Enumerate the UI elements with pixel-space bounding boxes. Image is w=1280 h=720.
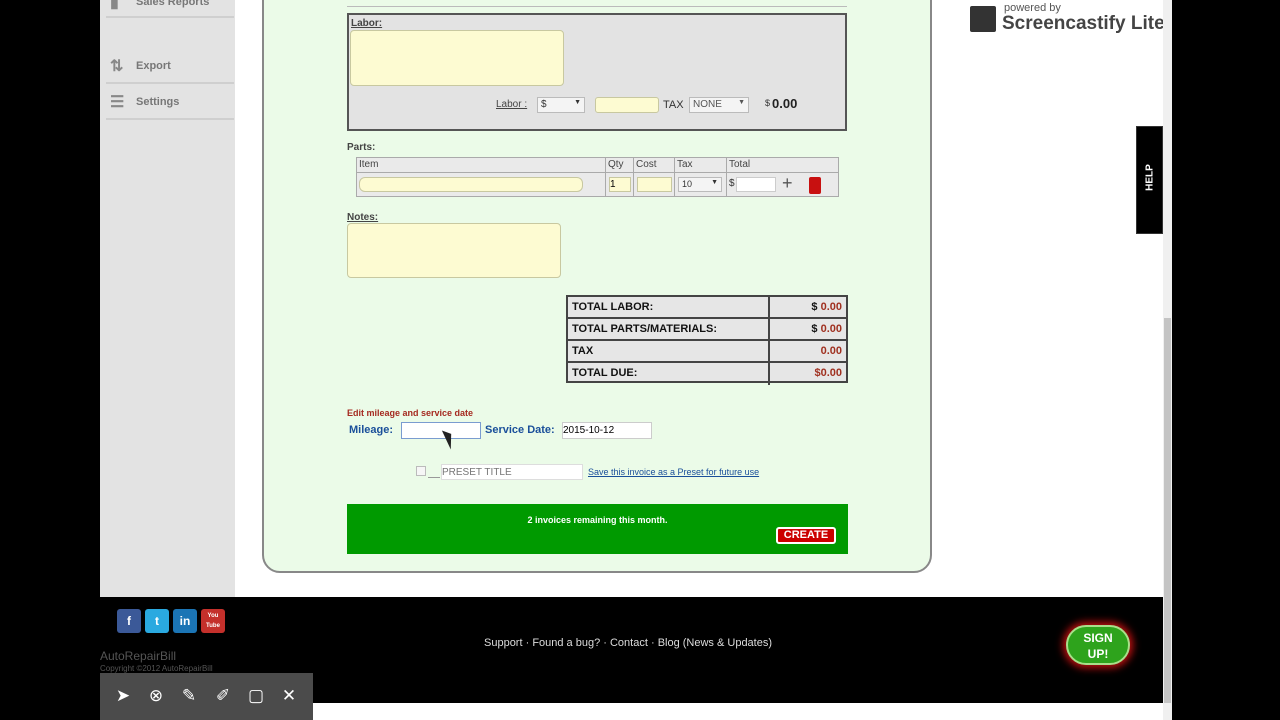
create-bar: 2 invoices remaining this month. CREATE [347,504,848,554]
part-cost-input[interactable] [637,177,672,192]
total-row-due: TOTAL DUE: $0.00 [568,363,846,385]
totals-table: TOTAL LABOR: $ 0.00 TOTAL PARTS/MATERIAL… [566,295,848,385]
sign-up-button[interactable]: SIGN UP! [1066,625,1130,665]
chevron-down-icon: ▼ [574,99,581,106]
labor-tax-select[interactable]: NONE ▼ [689,97,749,113]
edit-mileage-link[interactable]: Edit mileage and service date [347,408,473,418]
sliders-icon: ☰ [110,94,125,111]
notes-heading: Notes: [347,212,379,223]
contact-link[interactable]: Contact [610,637,648,649]
pointer-icon[interactable]: ➤ [112,685,134,707]
labor-amount-currency: $ [765,98,771,108]
chevron-down-icon: ▼ [738,99,745,106]
total-label: TAX [572,345,594,357]
parts-heading: Parts: [347,142,376,153]
service-date-label: Service Date: [485,424,555,436]
youtube-icon[interactable]: You Tube [201,609,225,633]
divider [768,297,770,319]
facebook-icon[interactable]: f [117,609,141,633]
pen-icon[interactable]: ✎ [178,685,200,707]
footer-brand: AutoRepairBill [100,649,177,663]
labor-rate-input[interactable] [595,97,659,113]
total-label: TOTAL DUE: [572,367,638,379]
sidebar-item-settings[interactable]: ☰ Settings [106,86,234,120]
service-date-input[interactable] [562,422,652,439]
mileage-label: Mileage: [349,424,394,436]
notes-textarea[interactable] [347,223,561,278]
part-item-input[interactable] [359,177,583,192]
export-icon: ⇅ [110,58,124,75]
scrollbar-thumb[interactable] [1164,318,1171,703]
labor-rate-label: Labor : [496,99,528,110]
total-label: TOTAL PARTS/MATERIALS: [572,323,718,335]
help-tab[interactable]: HELP [1136,126,1163,234]
app-page: ▮ Sales Reports ⇅ Export ☰ Settings Labo… [100,0,1172,720]
labor-rate-unit-select[interactable]: $ ▼ [537,97,585,113]
watermark-title: Screencastify Lite [1002,13,1165,34]
bar-chart-icon: ▮ [110,0,119,11]
labor-amount: 0.00 [772,96,798,111]
support-link[interactable]: Support [484,637,523,649]
total-value: 0.00 [820,345,842,357]
footer-links: Support · Found a bug? · Contact · Blog … [484,637,773,649]
divider [768,319,770,341]
save-preset-link[interactable]: Save this invoice as a Preset for future… [588,467,759,477]
divider [768,363,770,385]
delete-part-trash-icon[interactable] [809,177,821,194]
total-value-wrap: $ 0.00 [811,323,842,335]
rectangle-icon[interactable]: ▢ [245,685,267,707]
sidebar: ▮ Sales Reports ⇅ Export ☰ Settings [100,0,235,597]
sidebar-item-export[interactable]: ⇅ Export [106,50,234,84]
preset-checkbox[interactable] [416,466,426,476]
footer-copyright: Copyright ©2012 AutoRepairBill [100,664,213,673]
sidebar-item-sales-reports[interactable]: ▮ Sales Reports [106,0,234,18]
chevron-down-icon: ▼ [711,179,718,186]
screencastify-logo-icon [970,6,996,32]
help-tab-label: HELP [1144,164,1156,191]
labor-section: Labor: Labor : $ ▼ TAX NONE ▼ $ 0.00 [347,13,847,131]
labor-tax-label: TAX [663,99,684,111]
part-total-currency: $ [729,178,735,189]
part-qty-input[interactable] [609,177,631,192]
found-bug-link[interactable]: Found a bug? [532,637,600,649]
total-value-wrap: $ 0.00 [811,301,842,313]
annotation-toolbar: ➤ ⊗ ✎ ✐ ▢ ✕ [100,673,313,720]
divider [768,341,770,363]
total-row-parts: TOTAL PARTS/MATERIALS: $ 0.00 [568,319,846,341]
blog-link[interactable]: Blog (News & Updates) [658,637,772,649]
total-row-labor: TOTAL LABOR: $ 0.00 [568,297,846,319]
parts-table: Item Qty Cost Tax Total 10 ▼ $ + [356,157,839,197]
twitter-icon[interactable]: t [145,609,169,633]
add-part-plus-icon[interactable]: + [782,173,793,194]
total-value: $0.00 [814,367,842,379]
preset-title-input[interactable] [441,464,583,480]
invoices-remaining-text: 2 invoices remaining this month. [527,515,668,525]
total-label: TOTAL LABOR: [572,301,654,313]
divider [347,6,847,7]
divider [428,477,440,478]
close-icon[interactable]: ✕ [278,685,300,707]
focus-icon[interactable]: ⊗ [145,685,167,707]
part-tax-select[interactable]: 10 ▼ [678,177,722,192]
part-total-input[interactable] [736,177,776,192]
labor-description-textarea[interactable] [350,30,564,86]
highlighter-icon[interactable]: ✐ [212,685,234,707]
create-button[interactable]: CREATE [776,527,836,544]
labor-heading: Labor: [351,18,383,29]
linkedin-icon[interactable]: in [173,609,197,633]
total-row-tax: TAX 0.00 [568,341,846,363]
